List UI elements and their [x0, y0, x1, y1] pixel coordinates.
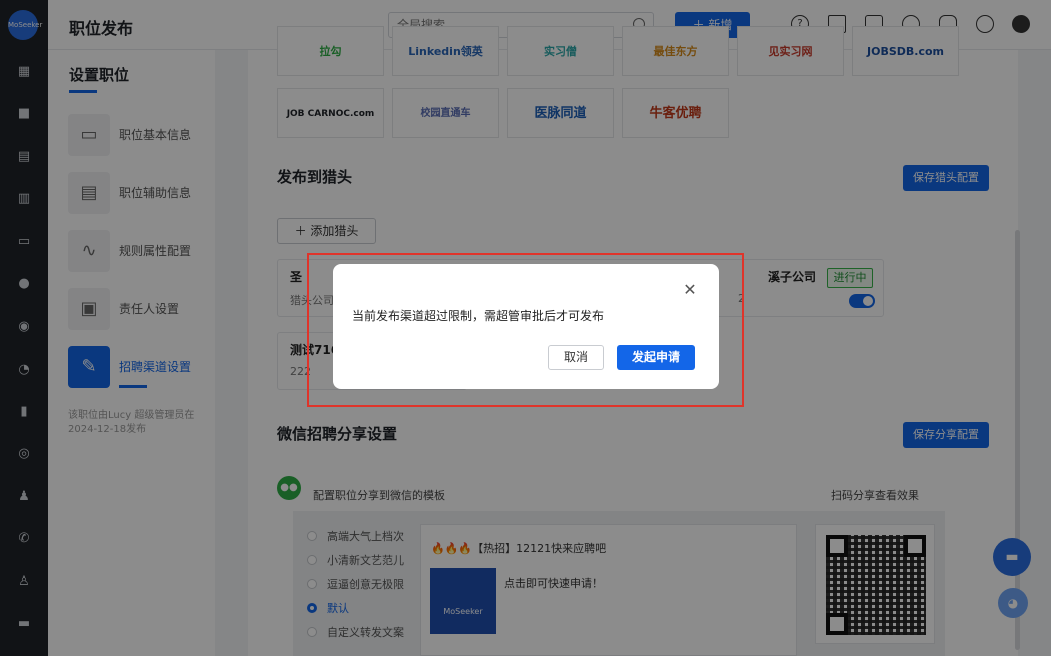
app-root: MoSeeker ▦ ■ ▤ ▥ ▭ ● ◉ ◔ ▮ ◎ ♟ ✆ ♙ ▬ 职位发… — [0, 0, 1051, 656]
dialog-message: 当前发布渠道超过限制，需超管审批后才可发布 — [352, 309, 605, 323]
cancel-button[interactable]: 取消 — [548, 345, 604, 370]
approval-dialog: ✕ 当前发布渠道超过限制，需超管审批后才可发布 取消 发起申请 — [333, 264, 719, 389]
submit-request-button[interactable]: 发起申请 — [617, 345, 695, 370]
close-icon[interactable]: ✕ — [683, 282, 697, 298]
